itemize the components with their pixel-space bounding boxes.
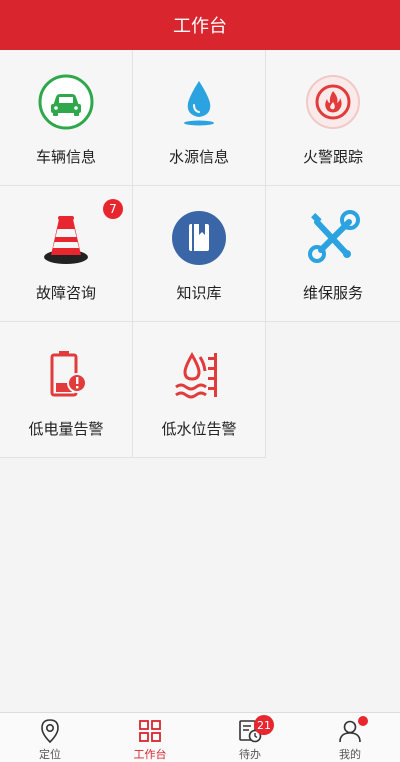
grid-icon bbox=[139, 720, 161, 742]
location-pin-icon bbox=[41, 719, 59, 744]
todo-count-badge: 21 bbox=[254, 715, 274, 735]
tile-label: 车辆信息 bbox=[35, 148, 96, 166]
tab-location[interactable]: 定位 bbox=[0, 713, 100, 762]
tab-label: 定位 bbox=[39, 748, 61, 761]
tile-fault-consult[interactable]: 故障咨询 7 bbox=[0, 186, 133, 322]
tile-label: 低水位告警 bbox=[161, 420, 237, 438]
tile-label: 维保服务 bbox=[302, 284, 363, 302]
header-bar: 工作台 bbox=[0, 0, 400, 50]
tile-vehicle-info[interactable]: 车辆信息 bbox=[0, 50, 133, 186]
book-icon bbox=[169, 208, 229, 268]
tab-label: 待办 bbox=[239, 748, 261, 761]
tile-label: 水源信息 bbox=[168, 148, 229, 166]
tile-label: 低电量告警 bbox=[28, 420, 104, 438]
tab-workbench[interactable]: 工作台 bbox=[100, 713, 200, 762]
car-icon bbox=[36, 72, 96, 132]
tile-label: 知识库 bbox=[176, 284, 222, 302]
low-water-icon bbox=[169, 344, 229, 404]
tab-todo[interactable]: 待办 21 bbox=[200, 713, 300, 762]
tab-label: 我的 bbox=[339, 748, 361, 761]
app-root: 工作台 车辆信息 水源信息 火警跟踪 故障咨询 7 知识库 维保服务 低电量告警… bbox=[0, 0, 400, 762]
tile-water-source-info[interactable]: 水源信息 bbox=[133, 50, 266, 186]
tile-fire-tracking[interactable]: 火警跟踪 bbox=[266, 50, 400, 186]
fire-icon bbox=[303, 72, 363, 132]
bottom-tab-bar: 定位 工作台 待办 21 我的 bbox=[0, 712, 400, 762]
tile-label: 故障咨询 bbox=[35, 284, 96, 302]
tile-low-water-alert[interactable]: 低水位告警 bbox=[133, 322, 266, 458]
tile-knowledge-base[interactable]: 知识库 bbox=[133, 186, 266, 322]
notification-dot bbox=[358, 716, 368, 726]
tile-low-battery-alert[interactable]: 低电量告警 bbox=[0, 322, 133, 458]
tile-maintenance-service[interactable]: 维保服务 bbox=[266, 186, 400, 322]
water-drop-icon bbox=[169, 72, 229, 132]
tools-icon bbox=[303, 208, 363, 268]
low-battery-icon bbox=[36, 344, 96, 404]
tile-label: 火警跟踪 bbox=[302, 148, 363, 166]
page-title: 工作台 bbox=[173, 16, 227, 37]
tab-label: 工作台 bbox=[133, 748, 167, 761]
fault-count-badge: 7 bbox=[103, 199, 123, 219]
traffic-cone-icon bbox=[36, 208, 96, 268]
tab-mine[interactable]: 我的 bbox=[300, 713, 400, 762]
